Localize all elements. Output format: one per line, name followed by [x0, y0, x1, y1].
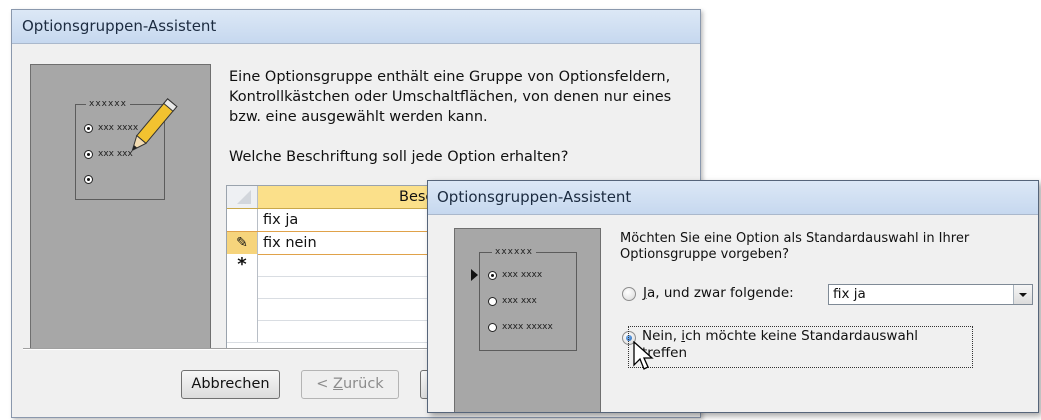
wizard-question: Welche Beschriftung soll jede Option erh… — [229, 149, 569, 165]
label-cell[interactable]: fix nein — [263, 232, 317, 254]
radio-yes-label[interactable]: Ja, und zwar folgende: — [643, 285, 794, 301]
wizard-question: Möchten Sie eine Option als Standardausw… — [620, 231, 970, 262]
row-selector[interactable] — [227, 209, 258, 231]
radio-icon — [488, 270, 497, 280]
combobox-value: fix ja — [833, 286, 866, 302]
radio-icon — [84, 175, 93, 184]
default-marker-arrow-icon — [471, 269, 478, 281]
illustration-legend: xxxxxx — [492, 246, 536, 258]
illustration-option: xxx xxx — [488, 296, 537, 306]
radio-icon — [488, 322, 497, 332]
pencil-icon — [131, 98, 178, 152]
radio-no-label[interactable]: Nein, ich möchte keine Standardauswahl t… — [642, 328, 962, 362]
dialog-title: Optionsgruppen-Assistent — [428, 181, 1038, 215]
illustration-option: xxx xxxx — [488, 270, 542, 280]
grid-corner[interactable] — [227, 186, 258, 208]
radio-yes[interactable] — [622, 287, 636, 301]
radio-icon — [84, 149, 93, 159]
default-value-combobox[interactable]: fix ja — [828, 284, 1033, 305]
cancel-button[interactable]: Abbrechen — [181, 370, 280, 399]
radio-icon — [488, 296, 497, 306]
edit-pencil-icon[interactable]: ✎ — [227, 232, 258, 254]
option-group-wizard-dialog-front: Optionsgruppen-Assistent xxxxxx xxx xxxx… — [427, 180, 1039, 413]
illustration-option: xxxx xxxxx — [488, 322, 553, 332]
wizard-description: Eine Optionsgruppe enthält eine Gruppe v… — [229, 69, 672, 125]
dropdown-arrow-icon[interactable] — [1013, 285, 1032, 304]
mouse-cursor-icon — [633, 341, 654, 370]
label-cell[interactable]: fix ja — [263, 209, 298, 231]
dialog-title: Optionsgruppen-Assistent — [12, 10, 700, 44]
back-button[interactable]: < Zurück — [301, 370, 399, 399]
illustration-option — [84, 175, 98, 184]
wizard-illustration: xxxxxx xxx xxxx xxx xxx xxxx xxxxx — [454, 228, 601, 412]
select-all-corner-icon — [237, 190, 251, 204]
radio-icon — [84, 123, 93, 133]
new-record-asterisk-icon[interactable]: * — [227, 254, 258, 276]
wizard-illustration: xxxxxx xxx xxxx xxx xxx — [30, 64, 211, 350]
illustration-option-group: xxxxxx xxx xxxx xxx xxx xxxx xxxxx — [479, 246, 577, 351]
